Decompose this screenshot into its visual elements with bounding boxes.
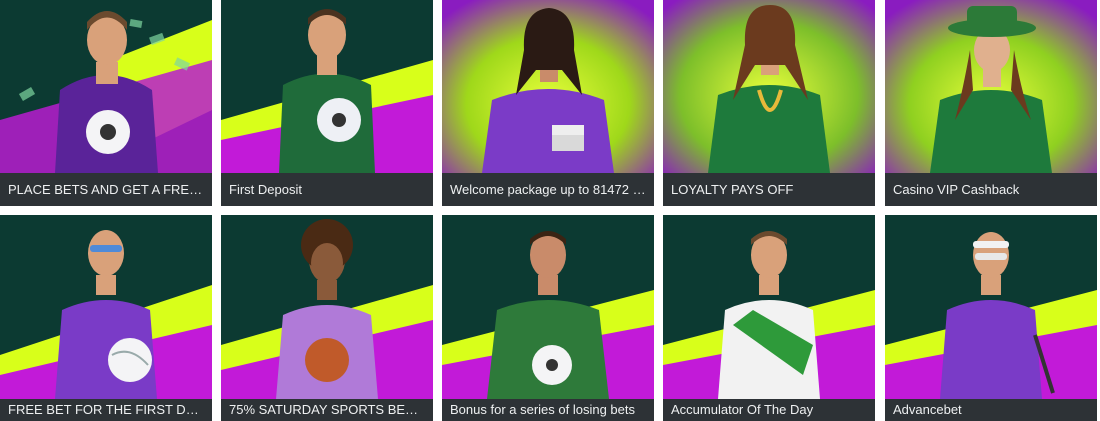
promo-title: Advancebet bbox=[885, 399, 1097, 421]
promo-card-accumulator[interactable]: Accumulator Of The Day bbox=[663, 215, 875, 421]
promo-title: PLACE BETS AND GET A FREE BET ... bbox=[0, 173, 212, 206]
promo-title: LOYALTY PAYS OFF bbox=[663, 173, 875, 206]
promo-banner-image bbox=[0, 215, 212, 399]
promo-card-advancebet[interactable]: Advancebet bbox=[885, 215, 1097, 421]
promo-banner-image bbox=[442, 215, 654, 399]
promo-card-loyalty[interactable]: LOYALTY PAYS OFF bbox=[663, 0, 875, 206]
promotions-grid: PLACE BETS AND GET A FREE BET ... First … bbox=[0, 0, 1100, 421]
promo-banner-image bbox=[663, 215, 875, 399]
promo-title: Welcome package up to 81472 EG... bbox=[442, 173, 654, 206]
promo-banner-image bbox=[0, 0, 212, 173]
promo-banner-image bbox=[221, 215, 433, 399]
promo-title: First Deposit bbox=[221, 173, 433, 206]
promo-banner-image bbox=[442, 0, 654, 173]
promo-card-free-bet-first-deposit[interactable]: FREE BET FOR THE FIRST DEPOSIT bbox=[0, 215, 212, 421]
promo-banner-image bbox=[221, 0, 433, 173]
promo-card-first-deposit[interactable]: First Deposit bbox=[221, 0, 433, 206]
promo-banner-image bbox=[885, 0, 1097, 173]
promo-title: Bonus for a series of losing bets bbox=[442, 399, 654, 421]
promo-card-saturday-sports[interactable]: 75% SATURDAY SPORTS BETTING ... bbox=[221, 215, 433, 421]
promo-title: 75% SATURDAY SPORTS BETTING ... bbox=[221, 399, 433, 421]
promo-title: Casino VIP Cashback bbox=[885, 173, 1097, 206]
promo-title: FREE BET FOR THE FIRST DEPOSIT bbox=[0, 399, 212, 421]
promo-title: Accumulator Of The Day bbox=[663, 399, 875, 421]
promo-card-losing-bets-bonus[interactable]: Bonus for a series of losing bets bbox=[442, 215, 654, 421]
promo-banner-image bbox=[663, 0, 875, 173]
promo-card-casino-vip[interactable]: Casino VIP Cashback bbox=[885, 0, 1097, 206]
promo-banner-image bbox=[885, 215, 1097, 399]
promo-card-place-bets[interactable]: PLACE BETS AND GET A FREE BET ... bbox=[0, 0, 212, 206]
promo-card-welcome-package[interactable]: Welcome package up to 81472 EG... bbox=[442, 0, 654, 206]
